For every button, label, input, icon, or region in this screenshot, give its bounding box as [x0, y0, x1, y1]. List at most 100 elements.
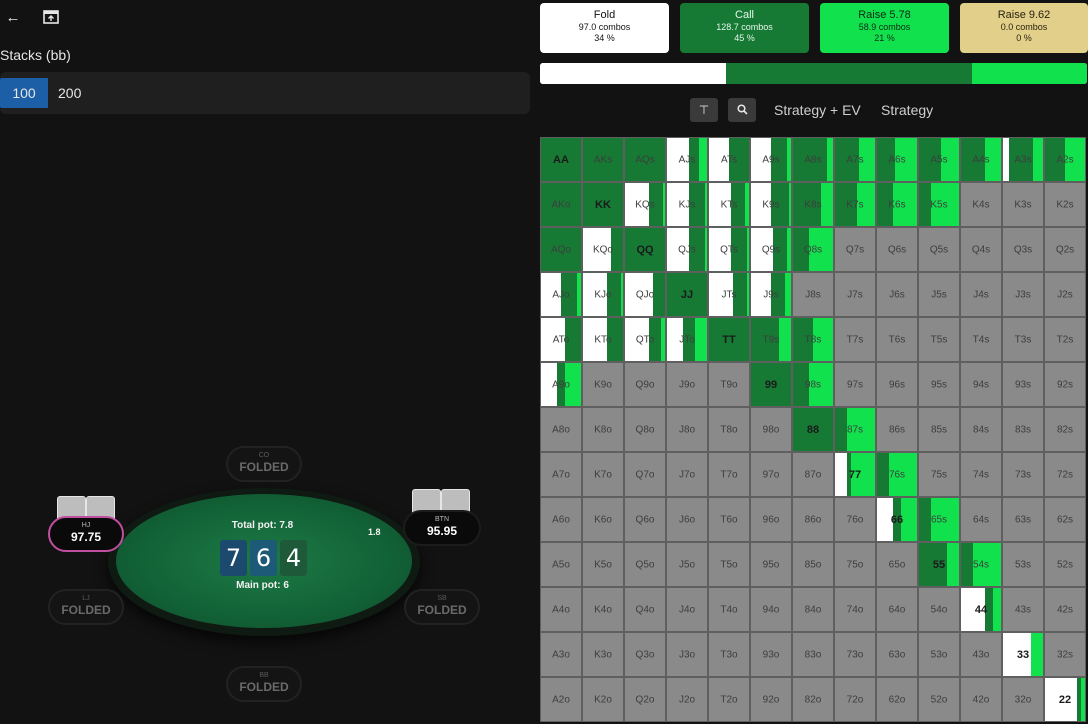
- hand-cell[interactable]: J2s: [1044, 272, 1086, 317]
- hand-cell[interactable]: Q2s: [1044, 227, 1086, 272]
- action-card-fold[interactable]: Fold 97.0 combos 34 %: [540, 3, 669, 53]
- search-icon[interactable]: [728, 98, 756, 122]
- hand-cell[interactable]: K7o: [582, 452, 624, 497]
- hand-cell[interactable]: Q4o: [624, 587, 666, 632]
- hand-cell[interactable]: 95s: [918, 362, 960, 407]
- hand-cell[interactable]: J8o: [666, 407, 708, 452]
- hand-cell[interactable]: KJs: [666, 182, 708, 227]
- hand-cell[interactable]: J3o: [666, 632, 708, 677]
- hand-cell[interactable]: 32s: [1044, 632, 1086, 677]
- hand-cell[interactable]: 82s: [1044, 407, 1086, 452]
- hand-cell[interactable]: 54s: [960, 542, 1002, 587]
- hand-cell[interactable]: QTo: [624, 317, 666, 362]
- hand-cell[interactable]: 99: [750, 362, 792, 407]
- hand-cell[interactable]: 43o: [960, 632, 1002, 677]
- hand-cell[interactable]: K2s: [1044, 182, 1086, 227]
- hand-cell[interactable]: 93s: [1002, 362, 1044, 407]
- stack-option-100[interactable]: 100: [0, 78, 48, 108]
- hand-cell[interactable]: A7o: [540, 452, 582, 497]
- hand-cell[interactable]: 75o: [834, 542, 876, 587]
- hand-cell[interactable]: ATo: [540, 317, 582, 362]
- hand-cell[interactable]: K9o: [582, 362, 624, 407]
- hand-cell[interactable]: 72o: [834, 677, 876, 722]
- hand-cell[interactable]: T4s: [960, 317, 1002, 362]
- hand-cell[interactable]: 73o: [834, 632, 876, 677]
- hand-cell[interactable]: 87s: [834, 407, 876, 452]
- hand-cell[interactable]: 42o: [960, 677, 1002, 722]
- text-format-icon[interactable]: ⊤: [690, 98, 718, 122]
- hand-cell[interactable]: 95o: [750, 542, 792, 587]
- hand-cell[interactable]: Q8s: [792, 227, 834, 272]
- hand-cell[interactable]: T9s: [750, 317, 792, 362]
- hand-cell[interactable]: QTs: [708, 227, 750, 272]
- hand-cell[interactable]: K7s: [834, 182, 876, 227]
- hand-cell[interactable]: 97s: [834, 362, 876, 407]
- hand-cell[interactable]: T3o: [708, 632, 750, 677]
- hand-cell[interactable]: AQo: [540, 227, 582, 272]
- hand-cell[interactable]: JJ: [666, 272, 708, 317]
- hand-cell[interactable]: J9s: [750, 272, 792, 317]
- hand-cell[interactable]: J9o: [666, 362, 708, 407]
- window-icon[interactable]: [40, 6, 62, 28]
- hand-cell[interactable]: A9o: [540, 362, 582, 407]
- hand-cell[interactable]: A2s: [1044, 137, 1086, 182]
- hand-cell[interactable]: K6o: [582, 497, 624, 542]
- hand-cell[interactable]: Q5o: [624, 542, 666, 587]
- hand-cell[interactable]: K8s: [792, 182, 834, 227]
- hand-cell[interactable]: AKo: [540, 182, 582, 227]
- hand-cell[interactable]: J2o: [666, 677, 708, 722]
- hand-cell[interactable]: JTo: [666, 317, 708, 362]
- hand-cell[interactable]: A3s: [1002, 137, 1044, 182]
- hand-cell[interactable]: Q9o: [624, 362, 666, 407]
- hand-cell[interactable]: 64o: [876, 587, 918, 632]
- hand-cell[interactable]: 85o: [792, 542, 834, 587]
- hand-cell[interactable]: 96o: [750, 497, 792, 542]
- hand-cell[interactable]: 77: [834, 452, 876, 497]
- hand-cell[interactable]: Q7o: [624, 452, 666, 497]
- hand-cell[interactable]: 85s: [918, 407, 960, 452]
- hand-cell[interactable]: Q6o: [624, 497, 666, 542]
- hand-cell[interactable]: KJo: [582, 272, 624, 317]
- hand-cell[interactable]: ATs: [708, 137, 750, 182]
- hand-cell[interactable]: A6o: [540, 497, 582, 542]
- hand-cell[interactable]: A3o: [540, 632, 582, 677]
- hand-cell[interactable]: K3o: [582, 632, 624, 677]
- hand-cell[interactable]: AQs: [624, 137, 666, 182]
- hand-cell[interactable]: 84o: [792, 587, 834, 632]
- hand-cell[interactable]: Q2o: [624, 677, 666, 722]
- hand-cell[interactable]: 93o: [750, 632, 792, 677]
- hand-cell[interactable]: 32o: [1002, 677, 1044, 722]
- tab-strategy[interactable]: Strategy: [881, 102, 933, 118]
- hand-cell[interactable]: Q6s: [876, 227, 918, 272]
- hand-cell[interactable]: K6s: [876, 182, 918, 227]
- hand-cell[interactable]: A4o: [540, 587, 582, 632]
- hand-cell[interactable]: A2o: [540, 677, 582, 722]
- hand-cell[interactable]: A6s: [876, 137, 918, 182]
- hand-cell[interactable]: T2o: [708, 677, 750, 722]
- hand-cell[interactable]: 76o: [834, 497, 876, 542]
- hand-cell[interactable]: 98s: [792, 362, 834, 407]
- hand-cell[interactable]: 92o: [750, 677, 792, 722]
- hand-cell[interactable]: J7s: [834, 272, 876, 317]
- hand-cell[interactable]: 74o: [834, 587, 876, 632]
- hand-cell[interactable]: 43s: [1002, 587, 1044, 632]
- hand-cell[interactable]: T7o: [708, 452, 750, 497]
- hand-cell[interactable]: 62s: [1044, 497, 1086, 542]
- hand-cell[interactable]: Q5s: [918, 227, 960, 272]
- seat-btn[interactable]: BTN 95.95: [403, 510, 481, 546]
- hand-cell[interactable]: K5s: [918, 182, 960, 227]
- hand-cell[interactable]: J6o: [666, 497, 708, 542]
- hand-cell[interactable]: 86s: [876, 407, 918, 452]
- hand-cell[interactable]: Q9s: [750, 227, 792, 272]
- hand-cell[interactable]: Q3s: [1002, 227, 1044, 272]
- hand-cell[interactable]: 83s: [1002, 407, 1044, 452]
- hand-cell[interactable]: A9s: [750, 137, 792, 182]
- hand-cell[interactable]: A8s: [792, 137, 834, 182]
- hand-cell[interactable]: 62o: [876, 677, 918, 722]
- hand-cell[interactable]: 84s: [960, 407, 1002, 452]
- hand-cell[interactable]: A8o: [540, 407, 582, 452]
- hand-cell[interactable]: T8o: [708, 407, 750, 452]
- hand-cell[interactable]: J3s: [1002, 272, 1044, 317]
- hand-cell[interactable]: AKs: [582, 137, 624, 182]
- hand-cell[interactable]: AJs: [666, 137, 708, 182]
